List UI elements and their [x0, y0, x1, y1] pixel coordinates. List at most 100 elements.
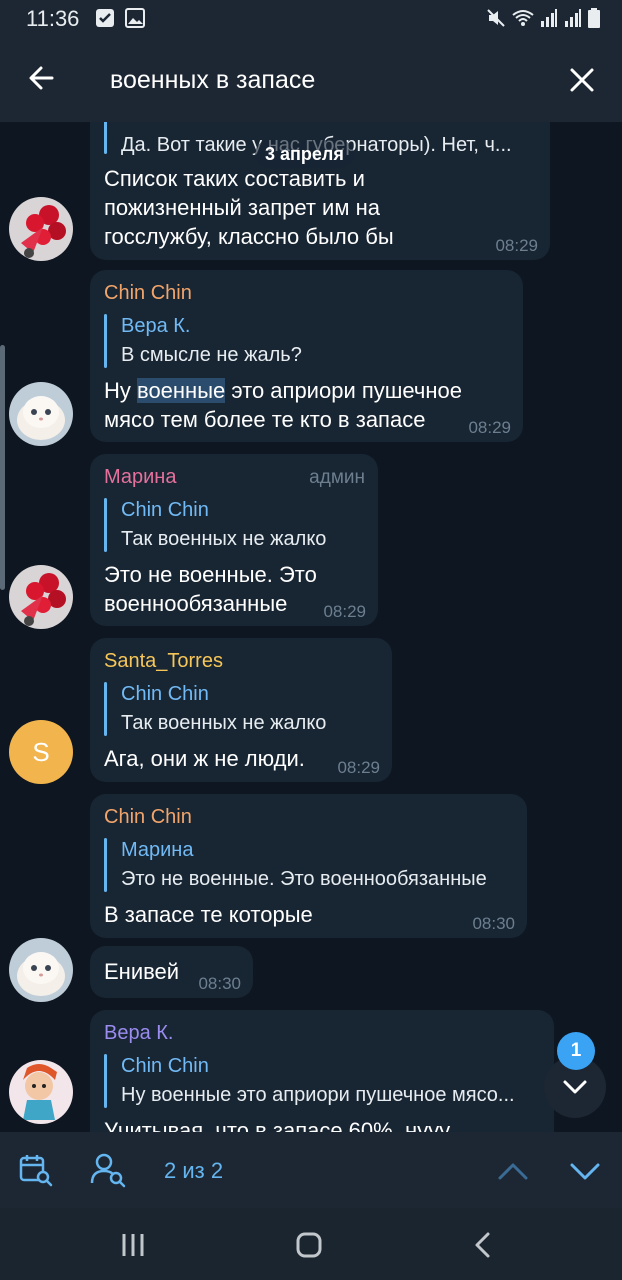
reply-bar [104, 314, 107, 368]
admin-role-label: админ [309, 467, 365, 488]
chat-messages-list[interactable]: Да. Вот такие у нас губернаторы). Нет, ч… [0, 122, 622, 1132]
search-header: военных в запасе [0, 38, 622, 122]
message-bubble[interactable]: Енивей 08:30 [90, 946, 253, 998]
avatar-kitten-icon [9, 938, 73, 1002]
sender-name[interactable]: Марина [104, 466, 176, 489]
status-bar: 11:36 [0, 0, 622, 38]
home-icon [296, 1232, 322, 1258]
avatar-cherries-icon [9, 565, 73, 629]
signal-icon-2 [565, 9, 581, 27]
message-text: Ну военные это априори пушечное мясо тем… [104, 376, 514, 434]
message-line: Енивей [104, 959, 180, 984]
message-line: госслужбу, классно было бы [104, 224, 394, 249]
avatar-cherries-icon [9, 197, 73, 261]
reply-text: Так военных не жалко [121, 712, 327, 734]
reply-name[interactable]: Chin Chin [121, 683, 209, 706]
signal-icon [541, 9, 557, 27]
checkbox-notification-icon [96, 9, 114, 27]
avatar-initial: S [32, 737, 50, 767]
back-nav-button[interactable] [468, 1230, 498, 1260]
message-line: пожизненный запрет им на [104, 195, 380, 220]
reply-name[interactable]: Chin Chin [121, 499, 209, 522]
unread-badge: 1 [557, 1032, 595, 1070]
avatar[interactable]: S [9, 720, 73, 784]
system-navigation-bar [0, 1208, 622, 1280]
avatar[interactable] [9, 938, 73, 1002]
reply-text: В смысле не жаль? [121, 344, 302, 366]
message-time: 08:29 [495, 236, 538, 255]
avatar[interactable] [9, 1060, 73, 1124]
message-text: Список таких составить и пожизненный зап… [104, 164, 524, 251]
reply-bar [104, 838, 107, 892]
message-time: 08:29 [323, 602, 366, 621]
gallery-notification-icon [125, 8, 145, 28]
sender-name[interactable]: Chin Chin [104, 806, 192, 829]
message-bubble[interactable]: Марина админ Chin Chin Так военных не жа… [90, 454, 378, 626]
reply-name[interactable]: Вера К. [121, 315, 190, 338]
message-time: 08:30 [198, 974, 241, 993]
message-time: 08:29 [468, 418, 511, 437]
calendar-search-button[interactable] [18, 1152, 54, 1188]
back-button[interactable] [22, 58, 62, 98]
message-text: Енивей [104, 957, 194, 986]
message-line: Это не военные. Это [104, 562, 317, 587]
reply-bar [104, 498, 107, 552]
message-bubble[interactable]: Chin Chin Вера К. В смысле не жаль? Ну в… [90, 270, 523, 442]
message-bubble[interactable]: Chin Chin Марина Это не военные. Это вое… [90, 794, 527, 938]
message-text: В запасе те которые [104, 900, 464, 929]
back-arrow-icon [29, 66, 54, 90]
reply-name[interactable]: Chin Chin [121, 1055, 209, 1078]
reply-text: Так военных не жалко [121, 528, 327, 550]
avatar-kitten-icon [9, 382, 73, 446]
search-navigation-bar: 2 из 2 [0, 1132, 622, 1208]
search-result-counter: 2 из 2 [164, 1158, 224, 1183]
message-time: 08:30 [472, 914, 515, 933]
user-search-button[interactable] [90, 1152, 128, 1188]
search-input[interactable]: военных в запасе [110, 66, 315, 95]
wifi-icon [512, 10, 534, 26]
reply-bar [104, 682, 107, 736]
scrollbar[interactable] [0, 345, 5, 590]
message-time: 08:29 [337, 758, 380, 777]
message-line: Ага, они ж не люди. [104, 746, 305, 771]
reply-text: Это не военные. Это военнообязанные [121, 868, 487, 890]
previous-result-button[interactable] [496, 1154, 530, 1188]
message-text: Ага, они ж не люди. [104, 744, 344, 773]
message-line: Ну военные это априори пушечное [104, 378, 462, 403]
message-line: Список таких составить и [104, 166, 365, 191]
chevron-up-icon [498, 1163, 528, 1180]
status-notification-icons [95, 8, 145, 28]
back-chevron-icon [475, 1232, 490, 1258]
message-line: В запасе те которые [104, 902, 313, 927]
close-search-button[interactable] [562, 60, 602, 100]
reply-bar [104, 1054, 107, 1108]
message-bubble[interactable]: Santa_Torres Chin Chin Так военных не жа… [90, 638, 392, 782]
message-bubble[interactable]: Вера К. Chin Chin Ну военные это априори… [90, 1010, 554, 1132]
close-icon [570, 68, 594, 92]
calendar-search-icon [19, 1155, 53, 1187]
recent-apps-button[interactable] [118, 1230, 148, 1260]
message-line: мясо тем более те кто в запасе [104, 407, 426, 432]
sender-name[interactable]: Вера К. [104, 1022, 173, 1045]
search-highlight: военные [137, 378, 226, 403]
mute-icon [487, 9, 505, 27]
battery-icon [588, 8, 600, 28]
avatar[interactable] [9, 197, 73, 261]
date-pill: 3 апреля [255, 140, 354, 168]
home-button[interactable] [294, 1230, 324, 1260]
reply-text: Ну военные это априори пушечное мясо... [121, 1084, 515, 1106]
sender-name[interactable]: Chin Chin [104, 282, 192, 305]
status-system-icons [486, 8, 600, 28]
avatar[interactable] [9, 565, 73, 629]
next-result-button[interactable] [568, 1154, 602, 1188]
avatar[interactable] [9, 382, 73, 446]
reply-name[interactable]: Марина [121, 839, 193, 862]
avatar-girl-cartoon-icon [9, 1060, 73, 1124]
user-search-icon [90, 1153, 126, 1188]
message-text: Учитывая, что в запасе 60%, нууу [104, 1116, 524, 1132]
message-line: Учитывая, что в запасе 60%, нууу [104, 1118, 451, 1132]
status-time: 11:36 [26, 6, 80, 31]
recent-apps-icon [122, 1234, 144, 1256]
sender-name[interactable]: Santa_Torres [104, 650, 223, 673]
reply-bar [104, 122, 107, 154]
